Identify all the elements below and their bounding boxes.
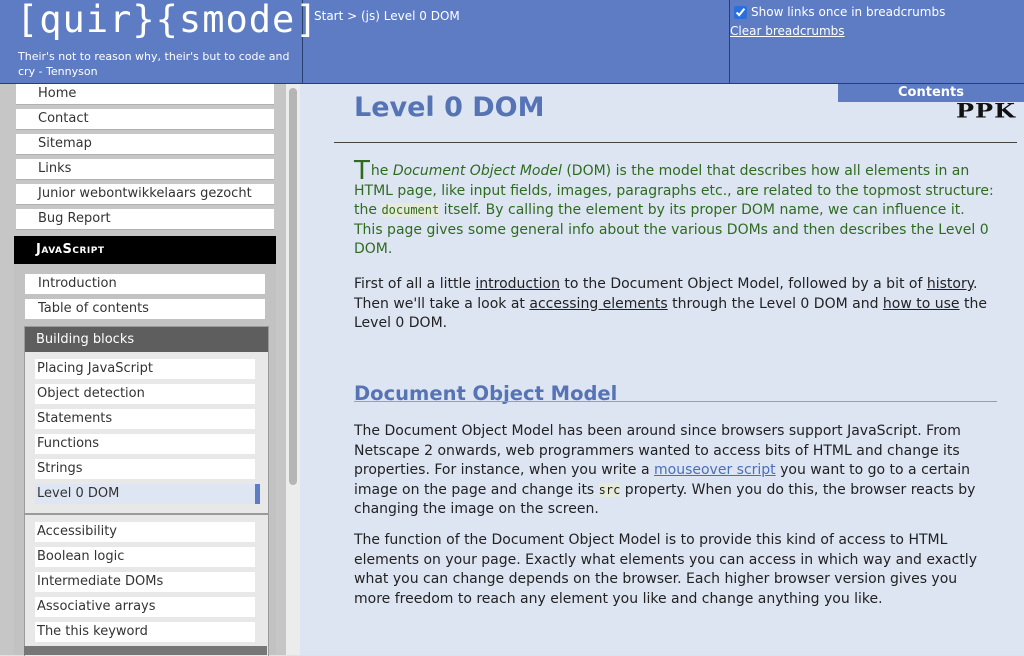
- show-links-once-label: Show links once in breadcrumbs: [751, 5, 946, 19]
- nav-item-introduction[interactable]: Introduction: [25, 274, 265, 294]
- clear-breadcrumbs-link[interactable]: Clear breadcrumbs: [730, 24, 845, 38]
- nav-item-home[interactable]: Home: [16, 84, 274, 105]
- nav-item-boolean-logic[interactable]: Boolean logic: [35, 547, 255, 567]
- nav-item-label: Table of contents: [38, 301, 149, 316]
- nav-item-label: Bug Report: [38, 211, 111, 226]
- intro-text: itself. By calling the element by its pr…: [354, 202, 989, 257]
- link-mouseover-script[interactable]: mouseover script: [654, 462, 776, 478]
- logo-area: [quir}{smode] Their's not to reason why,…: [0, 0, 318, 83]
- nav-item-label: Junior webontwikkelaars gezocht: [38, 186, 252, 201]
- intro-emphasis: Document Object Model: [392, 163, 562, 179]
- nav-item-label: Accessibility: [37, 524, 117, 539]
- section-divider: [354, 401, 997, 402]
- nav-item-table-of-contents[interactable]: Table of contents: [25, 299, 265, 319]
- nav-item-functions[interactable]: Functions: [35, 434, 255, 454]
- dom-paragraph-1: The Document Object Model has been aroun…: [354, 422, 994, 520]
- main-content: Contents PPK Level 0 DOM The Document Ob…: [300, 84, 1024, 655]
- building-blocks-heading[interactable]: Building blocks: [25, 327, 268, 352]
- nav-item-sitemap[interactable]: Sitemap: [16, 134, 274, 155]
- nav-item-accessibility[interactable]: Accessibility: [35, 522, 255, 542]
- nav-item-statements[interactable]: Statements: [35, 409, 255, 429]
- nav-item-bug-report[interactable]: Bug Report: [16, 209, 274, 230]
- section-heading-javascript[interactable]: JavaScript: [14, 236, 276, 264]
- title-divider: [334, 142, 1017, 143]
- dom-paragraph-2: The function of the Document Object Mode…: [354, 532, 977, 607]
- nav-item-level-0-dom-active[interactable]: Level 0 DOM: [35, 484, 260, 504]
- code-src: src: [598, 482, 621, 497]
- scrollbar-thumb[interactable]: [289, 88, 297, 485]
- link-how-to-use[interactable]: how to use: [883, 296, 960, 312]
- nav-item-associative-arrays[interactable]: Associative arrays: [35, 597, 255, 617]
- para-text: First of all a little: [354, 276, 476, 292]
- drop-cap: T: [354, 156, 370, 186]
- nav-item-label: Associative arrays: [37, 599, 156, 614]
- nav-item-object-detection[interactable]: Object detection: [35, 384, 255, 404]
- ppk-logo: PPK: [956, 98, 1016, 123]
- building-blocks-group: Building blocks Placing JavaScript Objec…: [24, 326, 269, 514]
- link-introduction[interactable]: introduction: [475, 276, 560, 292]
- more-topics-group: Accessibility Boolean logic Intermediate…: [24, 514, 269, 656]
- para-text: to the Document Object Model, followed b…: [559, 276, 927, 292]
- link-history[interactable]: history: [927, 276, 973, 292]
- page-title: Level 0 DOM: [354, 92, 545, 123]
- link-accessing-elements[interactable]: accessing elements: [529, 296, 667, 312]
- section-heading-label: JavaScript: [36, 242, 105, 257]
- nav-item-label: Placing JavaScript: [37, 361, 153, 376]
- nav-item-label: Intermediate DOMs: [37, 574, 164, 589]
- sidebar-scrollbar[interactable]: [286, 84, 300, 655]
- header: [quir}{smode] Their's not to reason why,…: [0, 0, 1024, 84]
- breadcrumb-area: Start > (js) Level 0 DOM: [303, 0, 730, 83]
- breadcrumb[interactable]: Start > (js) Level 0 DOM: [314, 9, 460, 23]
- nav-item-label: Statements: [37, 411, 113, 426]
- nav-item-label: Strings: [37, 461, 83, 476]
- nav-item-label: Introduction: [38, 276, 117, 291]
- nav-item-label: Contact: [38, 111, 89, 126]
- nav-item-label: The this keyword: [37, 624, 148, 639]
- nav-item-label: Sitemap: [38, 136, 92, 151]
- nav-item-label: Boolean logic: [37, 549, 125, 564]
- show-links-once-option[interactable]: Show links once in breadcrumbs: [734, 5, 945, 19]
- nav-item-label: Level 0 DOM: [37, 486, 120, 501]
- tagline: Their's not to reason why, their's but t…: [18, 50, 290, 78]
- show-links-once-checkbox[interactable]: [734, 5, 747, 19]
- group-divider: [24, 646, 267, 655]
- nav-item-label: Object detection: [37, 386, 145, 401]
- intro-paragraph: The Document Object Model (DOM) is the m…: [354, 158, 994, 260]
- nav-item-label: Functions: [37, 436, 100, 451]
- nav-item-placing-javascript[interactable]: Placing JavaScript: [35, 359, 255, 379]
- breadcrumb-options: Show links once in breadcrumbs Clear bre…: [730, 0, 1024, 83]
- nav-item-jobs[interactable]: Junior webontwikkelaars gezocht: [16, 184, 274, 205]
- nav-item-label: Links: [38, 161, 72, 176]
- nav-item-links[interactable]: Links: [16, 159, 274, 180]
- nav-item-strings[interactable]: Strings: [35, 459, 255, 479]
- javascript-panel: Introduction Table of contents Building …: [14, 264, 276, 656]
- active-indicator: [255, 484, 260, 504]
- overview-paragraph: First of all a little introduction to th…: [354, 275, 994, 334]
- nav-item-label: Home: [38, 86, 77, 101]
- building-blocks-label: Building blocks: [36, 332, 135, 347]
- code-document: document: [381, 203, 440, 217]
- nav-item-contact[interactable]: Contact: [16, 109, 274, 130]
- sidebar: Home Contact Sitemap Links Junior webont…: [0, 84, 286, 656]
- para-text: through the Level 0 DOM and: [667, 295, 883, 312]
- nav-item-this-keyword[interactable]: The this keyword: [35, 622, 255, 642]
- nav-item-intermediate-doms[interactable]: Intermediate DOMs: [35, 572, 255, 592]
- intro-text: he: [370, 163, 393, 179]
- site-logo[interactable]: [quir}{smode]: [16, 0, 319, 41]
